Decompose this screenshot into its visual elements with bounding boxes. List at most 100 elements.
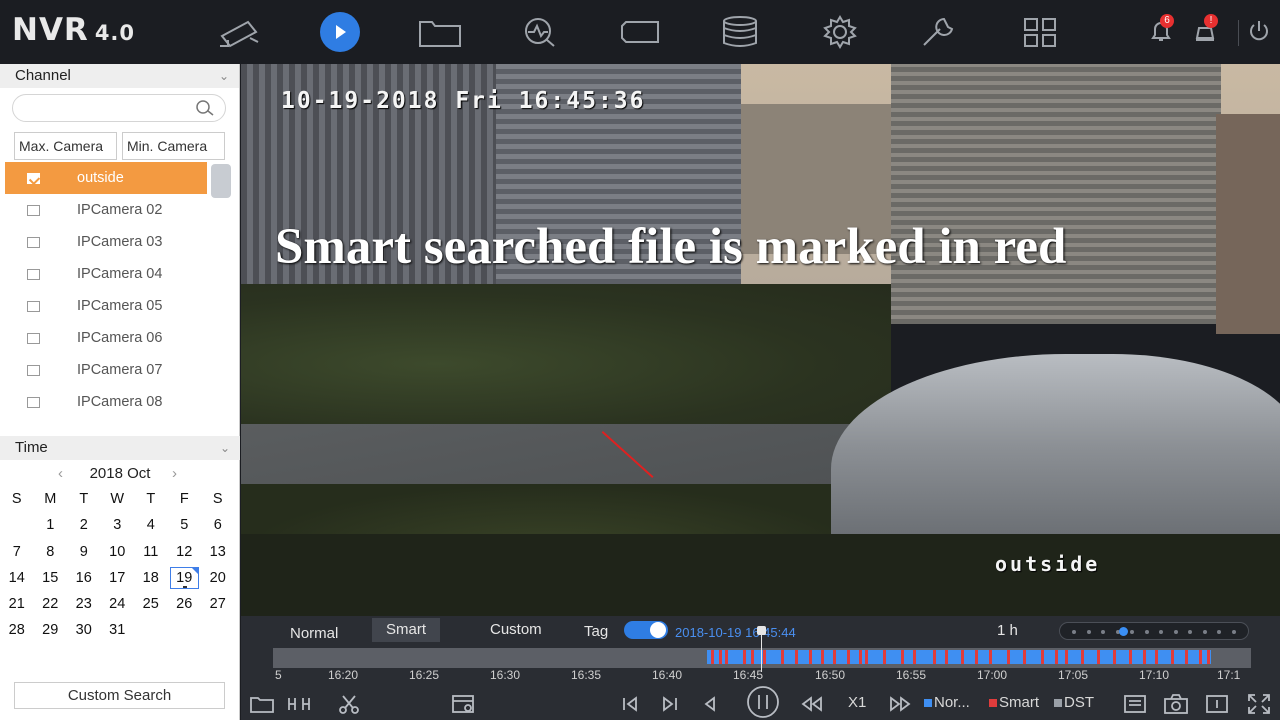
camera-list-item[interactable]: IPCamera 06 (0, 322, 210, 354)
prev-frame-button[interactable] (617, 692, 643, 716)
camera-checkbox[interactable] (27, 333, 40, 344)
calendar-day[interactable]: 25 (134, 591, 168, 617)
calendar-day[interactable]: 2 (67, 512, 101, 538)
time-section-header[interactable]: Time ⌄ (0, 436, 240, 460)
notification-bell[interactable]: 6 (1148, 14, 1182, 48)
channel-section-header[interactable]: Channel ⌄ (0, 64, 239, 88)
calendar-day[interactable]: 11 (134, 539, 168, 565)
timeline-tick-label: 5 (275, 668, 282, 682)
camera-list-item[interactable]: outside (5, 162, 207, 194)
calendar-day[interactable]: 22 (34, 591, 68, 617)
camera-list-item[interactable]: IPCamera 02 (0, 194, 210, 226)
calendar-day[interactable]: 21 (0, 591, 34, 617)
calendar-day[interactable]: 26 (168, 591, 202, 617)
smart-search-button[interactable] (449, 692, 479, 716)
camera-checkbox[interactable] (27, 365, 40, 376)
info-button[interactable] (1121, 692, 1149, 716)
camera-checkbox[interactable] (27, 173, 40, 184)
camera-checkbox[interactable] (27, 397, 40, 408)
calendar-day[interactable]: 28 (0, 617, 34, 643)
split-button[interactable] (285, 692, 317, 716)
power-button[interactable] (1246, 18, 1272, 49)
tab-smart[interactable]: Smart (372, 618, 441, 642)
timeline-smart-mark (1199, 650, 1202, 664)
calendar-day[interactable]: 20 (201, 565, 235, 591)
next-frame-button[interactable] (657, 692, 683, 716)
zoom-knob[interactable] (1119, 627, 1128, 636)
camera-checkbox[interactable] (27, 205, 40, 216)
nav-maintenance[interactable] (918, 12, 962, 52)
nav-tags[interactable] (618, 12, 662, 52)
timeline-track[interactable] (273, 648, 1251, 668)
calendar-day[interactable]: 29 (34, 617, 68, 643)
camera-list-item[interactable]: IPCamera 04 (0, 258, 210, 290)
camera-checkbox[interactable] (27, 301, 40, 312)
timeline-smart-mark (1171, 650, 1174, 664)
nav-playback[interactable] (318, 12, 362, 52)
tag-toggle[interactable] (624, 621, 668, 639)
calendar-day[interactable]: 10 (101, 539, 135, 565)
camera-checkbox[interactable] (27, 269, 40, 280)
calendar-day[interactable]: 14 (0, 565, 34, 591)
custom-search-button[interactable]: Custom Search (14, 682, 225, 709)
reverse-play-button[interactable] (697, 692, 723, 716)
prev-month-button[interactable]: ‹ (58, 464, 63, 484)
calendar-day[interactable]: 15 (34, 565, 68, 591)
calendar-day[interactable]: 7 (0, 539, 34, 565)
nav-smart-search[interactable] (518, 12, 562, 52)
calendar-day[interactable]: 23 (67, 591, 101, 617)
calendar-day[interactable]: 31 (101, 617, 135, 643)
calendar-day[interactable]: 18 (134, 565, 168, 591)
max-camera-button[interactable]: Max. Camera (14, 132, 117, 160)
calendar-day[interactable]: 12 (168, 539, 202, 565)
timeline-cursor[interactable] (757, 626, 766, 672)
calendar-day[interactable]: 27 (201, 591, 235, 617)
timeline-span: 1 h (997, 622, 1018, 639)
fullscreen-button[interactable] (1245, 692, 1273, 716)
calendar-day[interactable]: 6 (201, 512, 235, 538)
camera-list-scrollbar[interactable] (211, 164, 231, 198)
calendar-day[interactable]: 17 (101, 565, 135, 591)
calendar-weekday: F (179, 491, 189, 507)
calendar-day[interactable]: 19 (168, 565, 202, 591)
calendar-day[interactable]: 9 (67, 539, 101, 565)
calendar-day[interactable]: 1 (34, 512, 68, 538)
pause-button[interactable] (741, 684, 785, 720)
nav-camera[interactable] (218, 12, 262, 52)
clip-button[interactable] (335, 692, 363, 716)
camera-list-item[interactable]: IPCamera 08 (0, 386, 210, 418)
single-view-button[interactable] (1203, 692, 1231, 716)
gear-icon (823, 15, 857, 49)
nav-layout[interactable] (1018, 12, 1062, 52)
timeline-tick-label: 16:40 (652, 668, 683, 682)
calendar-day[interactable]: 8 (34, 539, 68, 565)
calendar-day[interactable]: 5 (168, 512, 202, 538)
fast-button[interactable] (887, 692, 915, 716)
scene-ground (241, 534, 1280, 616)
min-camera-button[interactable]: Min. Camera (122, 132, 225, 160)
camera-list-item[interactable]: IPCamera 07 (0, 354, 210, 386)
slow-button[interactable] (797, 692, 825, 716)
camera-list-item[interactable]: IPCamera 05 (0, 290, 210, 322)
calendar-day[interactable]: 3 (101, 512, 135, 538)
calendar-day[interactable]: 24 (101, 591, 135, 617)
timeline-zoom-slider[interactable] (1059, 622, 1249, 640)
camera-checkbox[interactable] (27, 237, 40, 248)
calendar-day[interactable]: 30 (67, 617, 101, 643)
channel-search-input[interactable] (12, 94, 226, 122)
file-button[interactable] (247, 692, 277, 716)
nav-settings[interactable] (818, 12, 862, 52)
tab-custom[interactable]: Custom (476, 618, 556, 642)
next-month-button[interactable]: › (172, 464, 177, 484)
calendar-day[interactable]: 13 (201, 539, 235, 565)
video-view[interactable]: 10-19-2018 Fri 16:45:36 Smart searched f… (241, 64, 1280, 616)
calendar-day[interactable]: 4 (134, 512, 168, 538)
camera-list-item[interactable]: IPCamera 03 (0, 226, 210, 258)
nav-storage[interactable] (718, 12, 762, 52)
camera-label: IPCamera 04 (77, 266, 163, 282)
tab-normal[interactable]: Normal (276, 622, 352, 646)
nav-files[interactable] (418, 12, 462, 52)
calendar-day[interactable]: 16 (67, 565, 101, 591)
alarm-button[interactable]: ! (1192, 14, 1226, 48)
snapshot-button[interactable] (1161, 692, 1191, 716)
